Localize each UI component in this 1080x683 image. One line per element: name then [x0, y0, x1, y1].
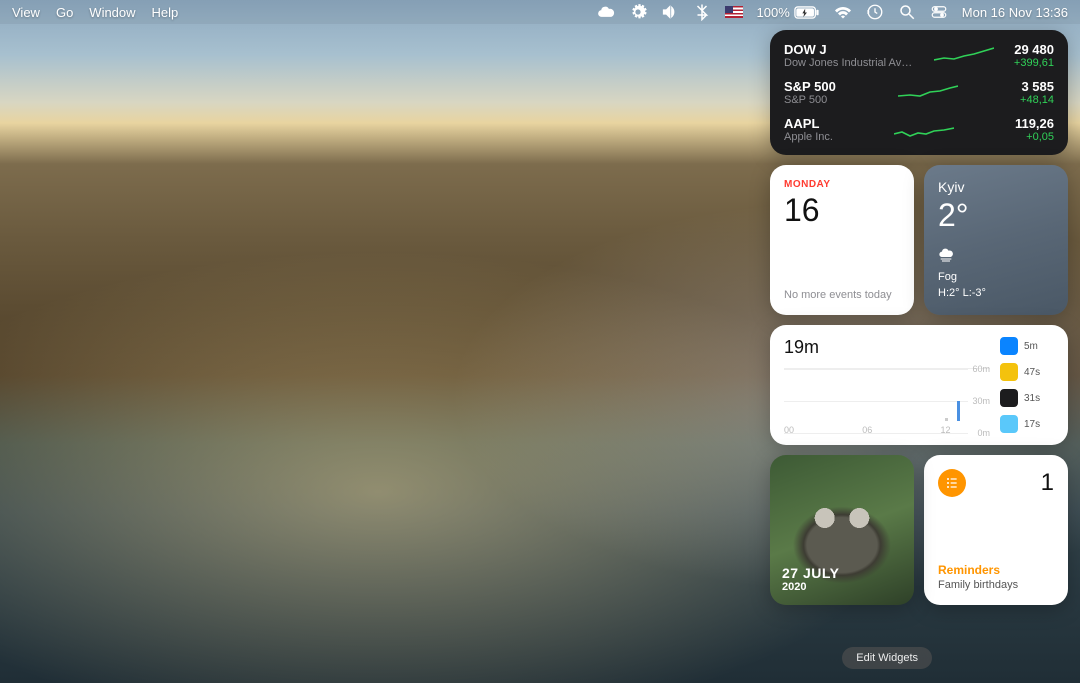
edit-widgets-button[interactable]: Edit Widgets	[842, 647, 932, 669]
photos-widget[interactable]: 27 JULY 2020	[770, 455, 914, 605]
battery-status[interactable]: 100%	[757, 5, 820, 20]
stock-price: 119,26	[1015, 116, 1054, 131]
stock-symbol: DOW J	[784, 42, 914, 57]
stock-price: 3 585	[1020, 79, 1054, 94]
grid-label: 0m	[977, 428, 990, 438]
menu-go[interactable]: Go	[56, 5, 73, 20]
widget-row: 27 JULY 2020 1 Reminders Family birthday…	[770, 455, 1068, 605]
calendar-date: 16	[784, 192, 900, 229]
widget-row: MONDAY 16 No more events today Kyiv 2° F…	[770, 165, 1068, 315]
photo-date: 27 JULY	[782, 565, 839, 581]
photo-year: 2020	[782, 581, 839, 593]
control-center-icon[interactable]	[930, 3, 948, 21]
grid-label: 30m	[972, 396, 990, 406]
app-row: 5m	[1000, 337, 1054, 355]
app-row: 47s	[1000, 363, 1054, 381]
stocks-widget[interactable]: DOW J Dow Jones Industrial Average 29 48…	[770, 30, 1068, 155]
x-label: 00	[784, 425, 794, 435]
stock-change: +399,61	[1014, 57, 1054, 69]
grid-label: 60m	[972, 364, 990, 374]
app-icon	[1000, 415, 1018, 433]
app-icon	[1000, 337, 1018, 355]
weather-city: Kyiv	[938, 179, 1054, 195]
cloud-icon[interactable]	[597, 3, 615, 21]
weather-hilo: H:2° L:-3°	[938, 286, 1054, 301]
calendar-day-label: MONDAY	[784, 179, 900, 190]
app-time: 17s	[1024, 419, 1040, 430]
stock-row[interactable]: DOW J Dow Jones Industrial Average 29 48…	[784, 42, 1054, 69]
menubar-right: 100% Mon 16 Nov 13:36	[597, 3, 1068, 21]
sparkline-icon	[894, 118, 954, 142]
reminders-count: 1	[1041, 469, 1054, 497]
app-time: 31s	[1024, 393, 1040, 404]
app-row: 31s	[1000, 389, 1054, 407]
x-label: 06	[862, 425, 872, 435]
sparkline-icon	[898, 81, 958, 105]
fog-icon	[938, 247, 954, 263]
stock-symbol: AAPL	[784, 116, 833, 131]
menubar: View Go Window Help 100% Mon 16 Nov 13:3…	[0, 0, 1080, 24]
reminders-widget[interactable]: 1 Reminders Family birthdays	[924, 455, 1068, 605]
widget-panel: DOW J Dow Jones Industrial Average 29 48…	[770, 30, 1068, 605]
bar	[945, 418, 948, 421]
gear-icon[interactable]	[629, 3, 647, 21]
stock-change: +48,14	[1020, 94, 1054, 106]
battery-icon	[794, 6, 820, 19]
weather-cond: Fog	[938, 270, 1054, 285]
stock-symbol: S&P 500	[784, 79, 836, 94]
weather-widget[interactable]: Kyiv 2° Fog H:2° L:-3°	[924, 165, 1068, 315]
app-icon	[1000, 363, 1018, 381]
calendar-widget[interactable]: MONDAY 16 No more events today	[770, 165, 914, 315]
app-icon	[1000, 389, 1018, 407]
sparkline-icon	[934, 44, 994, 68]
stock-name: Apple Inc.	[784, 131, 833, 143]
app-time: 5m	[1024, 341, 1038, 352]
input-flag-icon[interactable]	[725, 6, 743, 18]
menubar-datetime[interactable]: Mon 16 Nov 13:36	[962, 5, 1068, 20]
screentime-chart: 60m 30m 0m 00 06 12	[784, 368, 990, 433]
menubar-left: View Go Window Help	[12, 5, 178, 20]
app-time: 47s	[1024, 367, 1040, 378]
stock-name: Dow Jones Industrial Average	[784, 57, 914, 69]
reminders-subtitle: Family birthdays	[938, 579, 1054, 591]
screentime-total: 19m	[784, 337, 990, 358]
volume-icon[interactable]	[661, 3, 679, 21]
timemachine-icon[interactable]	[866, 3, 884, 21]
stock-row[interactable]: AAPL Apple Inc. 119,26 +0,05	[784, 116, 1054, 143]
battery-pct: 100%	[757, 5, 790, 20]
list-icon	[938, 469, 966, 497]
bluetooth-icon[interactable]	[693, 3, 711, 21]
menu-view[interactable]: View	[12, 5, 40, 20]
app-row: 17s	[1000, 415, 1054, 433]
stock-change: +0,05	[1015, 131, 1054, 143]
x-label: 12	[941, 425, 951, 435]
screentime-apps: 5m 47s 31s 17s	[1000, 337, 1054, 433]
bar	[957, 401, 960, 421]
stock-price: 29 480	[1014, 42, 1054, 57]
spotlight-icon[interactable]	[898, 3, 916, 21]
reminders-title: Reminders	[938, 563, 1054, 577]
stock-row[interactable]: S&P 500 S&P 500 3 585 +48,14	[784, 79, 1054, 106]
weather-temp: 2°	[938, 197, 1054, 234]
menu-help[interactable]: Help	[152, 5, 179, 20]
menu-window[interactable]: Window	[89, 5, 135, 20]
screentime-widget[interactable]: 19m 60m 30m 0m 00 06 12 5m 47s 31s 17s	[770, 325, 1068, 445]
stock-name: S&P 500	[784, 94, 836, 106]
wifi-icon[interactable]	[834, 3, 852, 21]
calendar-note: No more events today	[784, 289, 900, 301]
